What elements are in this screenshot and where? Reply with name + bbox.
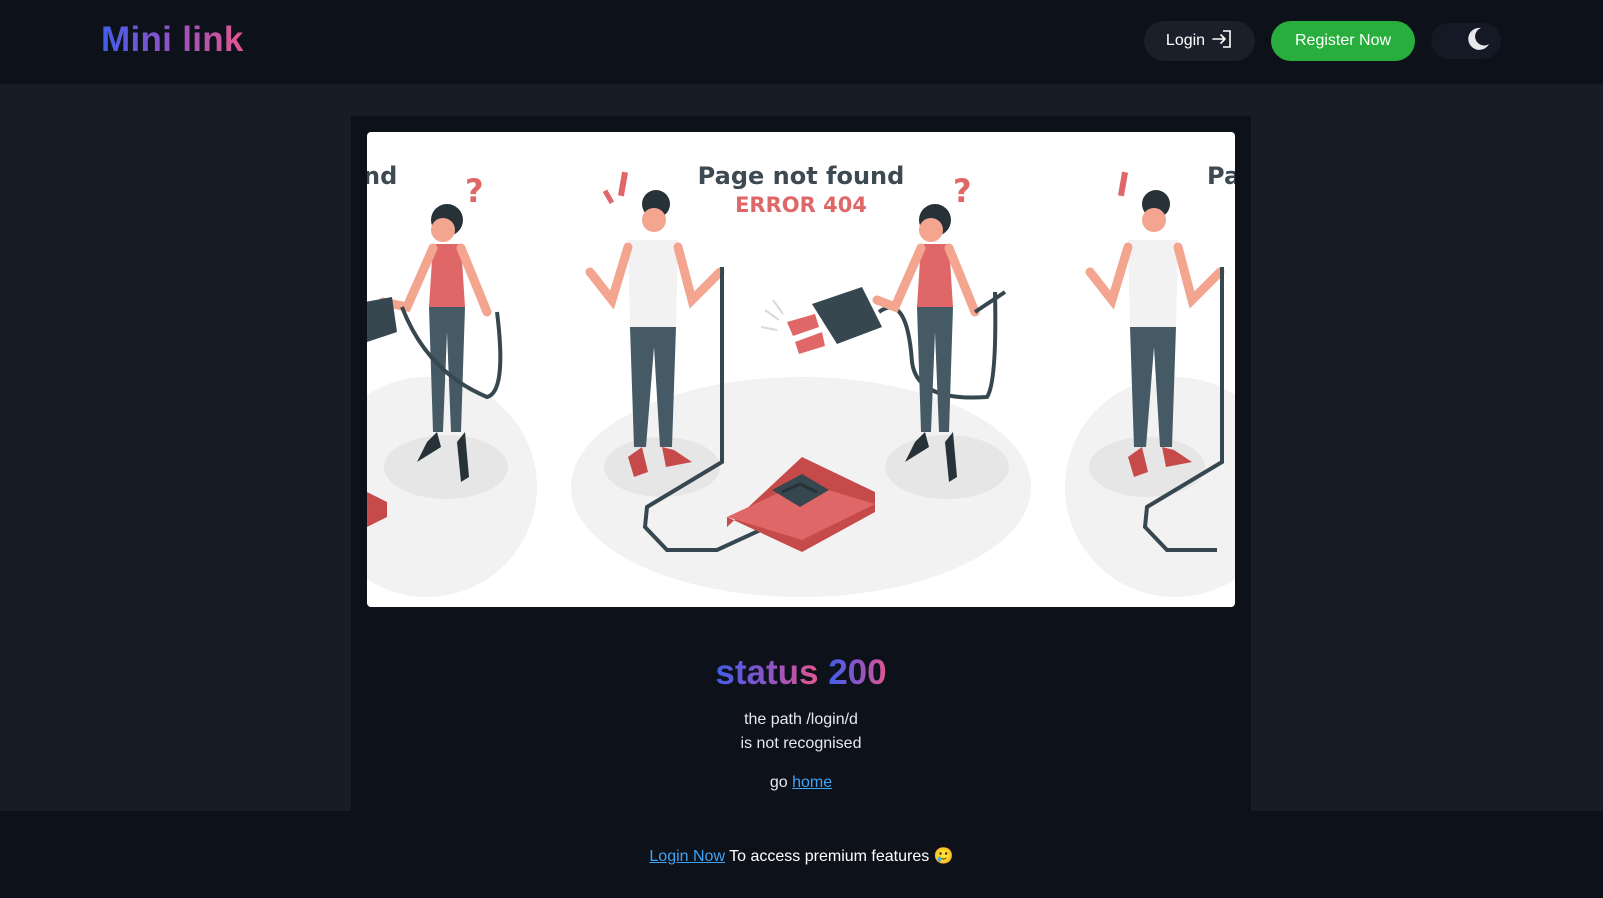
moon-icon [1465,26,1491,57]
login-now-link[interactable]: Login Now [649,848,725,865]
path-message: the path /login/d [744,711,858,728]
illustration-partial-right: Pa [1207,162,1235,190]
top-navbar: Mini link Login Register Now [0,0,1603,84]
footer: Login Now To access premium features 🥲 [0,811,1603,898]
login-button-label: Login [1165,32,1206,49]
error-card: Page not found ERROR 404 nd Pa ? ? statu… [351,116,1251,811]
svg-text:?: ? [953,172,972,210]
svg-text:?: ? [465,172,484,210]
status-code: 200 [828,653,887,692]
error-404-illustration: Page not found ERROR 404 nd Pa ? ? [367,132,1235,607]
login-icon [1211,29,1233,54]
not-recognised-message: is not recognised [740,735,862,752]
logo[interactable]: Mini link [101,20,244,60]
footer-message: To access premium features [729,848,930,865]
register-button[interactable]: Register Now [1271,21,1415,61]
illustration-partial-left: nd [367,162,397,190]
login-button[interactable]: Login [1144,21,1255,61]
go-prefix: go [769,774,788,791]
footer-message-line: Login Now To access premium features 🥲 [0,846,1603,866]
illustration-title: Page not found [698,162,905,190]
theme-toggle[interactable] [1431,23,1501,59]
home-link[interactable]: home [792,774,832,791]
smile-tear-emoji: 🥲 [933,848,954,865]
status-heading: status 200 [351,653,1251,693]
status-word: status [715,653,819,692]
register-button-label: Register Now [1294,32,1392,49]
illustration-code: ERROR 404 [735,193,867,217]
go-home-line: go home [351,774,1251,792]
